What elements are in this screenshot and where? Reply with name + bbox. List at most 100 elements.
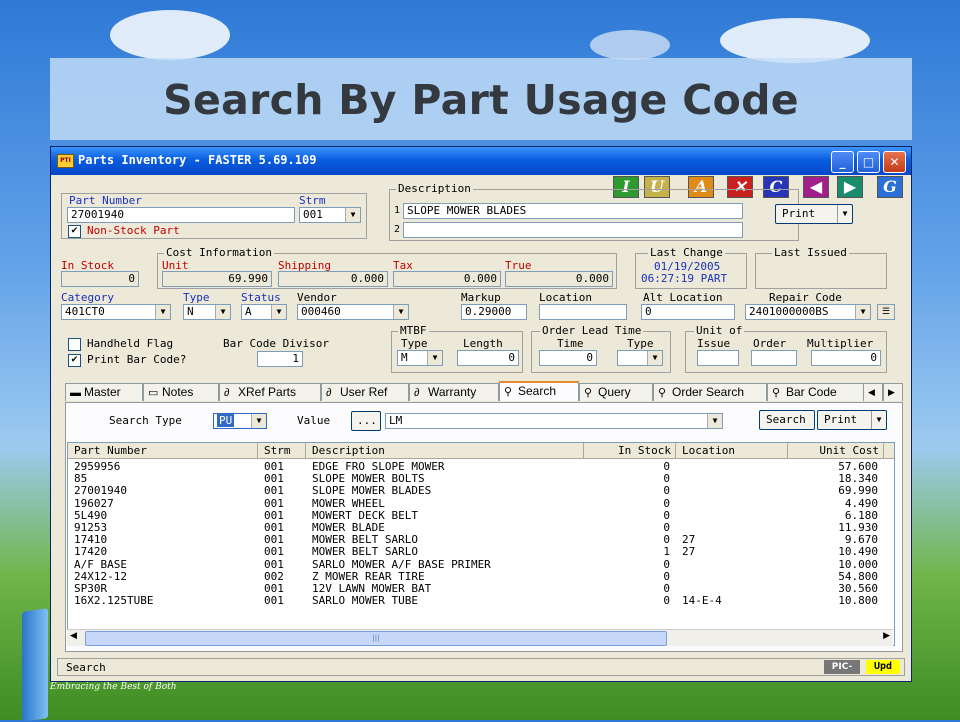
chevron-down-icon[interactable]: ▼ — [393, 305, 408, 319]
multiplier-input[interactable]: 0 — [811, 350, 881, 366]
chevron-down-icon[interactable]: ▼ — [837, 205, 852, 223]
print-bar-code-checkbox[interactable]: ✔ — [68, 354, 81, 367]
chevron-down-icon[interactable]: ▼ — [855, 305, 870, 319]
table-cell: SLOPE MOWER BOLTS — [312, 472, 425, 486]
bar-code-divisor-input[interactable]: 1 — [257, 351, 303, 367]
table-row[interactable]: 17420 001 MOWER BELT SARLO 1 27 10.490 — [68, 545, 894, 559]
lead-time-type-select[interactable]: ▼ — [617, 350, 663, 366]
chevron-down-icon[interactable]: ▼ — [155, 305, 170, 319]
tab-warranty[interactable]: ∂ Warranty — [409, 383, 499, 401]
tab-xref-parts[interactable]: ∂ XRef Parts — [219, 383, 321, 401]
in-stock-value: 0 — [61, 271, 139, 287]
status-select[interactable]: A ▼ — [241, 304, 287, 320]
non-stock-checkbox[interactable]: ✔ — [68, 225, 81, 238]
search-print-button[interactable]: Print ▼ — [817, 410, 887, 430]
part-number-input[interactable]: 27001940 — [67, 207, 295, 223]
table-row[interactable]: 16X2.125TUBE 001 SARLO MOWER TUBE 0 14-E-4 10… — [68, 595, 894, 607]
table-cell: 17420 — [74, 545, 108, 559]
table-row[interactable]: 5L490 001 MOWERT DECK BELT 0 6.180 — [68, 509, 894, 522]
table-row[interactable]: 2959956 001 EDGE FRO SLOPE MOWER 0 57.600 — [68, 460, 894, 473]
search-button[interactable]: Search — [759, 410, 815, 430]
location-input[interactable] — [539, 304, 627, 320]
alt-location-input[interactable]: 0 — [641, 304, 735, 320]
next-icon[interactable]: ▶ — [837, 176, 863, 198]
chevron-down-icon[interactable]: ▼ — [647, 351, 662, 365]
print-button[interactable]: Print ▼ — [775, 204, 853, 224]
chevron-down-icon[interactable]: ▼ — [215, 305, 230, 319]
column-header[interactable]: Location — [676, 443, 788, 459]
table-cell: 27001940 — [74, 484, 127, 498]
tab-master[interactable]: ▬ Master — [65, 383, 143, 401]
table-cell: 57.600 — [838, 460, 878, 473]
category-label: Category — [61, 291, 114, 304]
table-row[interactable]: 27001940 001 SLOPE MOWER BLADES 0 69.990 — [68, 484, 894, 498]
handheld-flag-checkbox[interactable] — [68, 338, 81, 351]
mtbf-type-select[interactable]: M ▼ — [397, 350, 443, 366]
magnifier-icon: ⚲ — [772, 387, 781, 399]
tab-search[interactable]: ⚲ Search — [499, 381, 579, 401]
table-row[interactable]: SP30R 001 12V LAWN MOWER BAT 0 30.560 — [68, 583, 894, 595]
bar-code-divisor-label: Bar Code Divisor — [223, 337, 329, 350]
vendor-select[interactable]: 000460 ▼ — [297, 304, 409, 320]
table-row[interactable]: 196027 001 MOWER WHEEL 0 4.490 — [68, 497, 894, 510]
chevron-down-icon[interactable]: ▼ — [871, 411, 886, 429]
scroll-right-icon[interactable]: ▶ — [883, 631, 890, 641]
cloud — [720, 18, 870, 63]
chevron-down-icon[interactable]: ▼ — [251, 414, 266, 428]
location-label: Location — [539, 291, 592, 304]
markup-input[interactable]: 0.29000 — [461, 304, 527, 320]
search-value-select[interactable]: LM ▼ — [385, 413, 723, 429]
scroll-left-icon[interactable]: ◀ — [70, 631, 77, 641]
table-row[interactable]: 85 001 SLOPE MOWER BOLTS 0 18.340 — [68, 472, 894, 486]
chevron-down-icon[interactable]: ▼ — [427, 351, 442, 365]
unit-issue-input[interactable] — [697, 350, 739, 366]
horizontal-scrollbar[interactable]: ◀ ||| ▶ — [67, 629, 893, 646]
tab-order-search[interactable]: ⚲ Order Search — [653, 383, 767, 401]
description-line1-input[interactable]: SLOPE MOWER BLADES — [403, 203, 743, 219]
mtbf-length-input[interactable]: 0 — [457, 350, 519, 366]
tab-user-ref[interactable]: ∂ User Ref — [321, 383, 409, 401]
category-select[interactable]: 401CT0 ▼ — [61, 304, 171, 320]
paperclip-icon: ∂ — [224, 387, 230, 399]
status-text: Search — [66, 661, 106, 674]
mtbf-label: MTBF — [398, 324, 429, 337]
scrollbar-thumb[interactable]: ||| — [85, 631, 667, 646]
unit-order-input[interactable] — [751, 350, 797, 366]
column-header[interactable]: In Stock — [584, 443, 676, 459]
tab-scroll-right-icon[interactable]: ▶ — [883, 383, 903, 401]
minimize-button[interactable]: _ — [831, 151, 854, 173]
table-row[interactable]: A/F BASE 001 SARLO MOWER A/F BASE PRIMER 0 1… — [68, 558, 894, 571]
table-row[interactable]: 91253 001 MOWER BLADE 0 11.930 — [68, 522, 894, 534]
tab-bar-code[interactable]: ⚲ Bar Code — [767, 383, 875, 401]
mtbf-length-label: Length — [463, 337, 503, 350]
unit-cost-value: 69.990 — [162, 271, 272, 287]
title-bar[interactable]: PTI Parts Inventory - FASTER 5.69.109 _ … — [51, 147, 911, 175]
chevron-down-icon[interactable]: ▼ — [707, 414, 722, 428]
value-ellipsis-button[interactable]: ... — [351, 411, 381, 431]
go-icon[interactable]: G — [877, 176, 903, 198]
search-type-select[interactable]: PU ▼ — [213, 413, 267, 429]
chevron-down-icon[interactable]: ▼ — [271, 305, 286, 319]
unit-order-label: Order — [753, 337, 787, 350]
strm-select[interactable]: 001 ▼ — [299, 207, 361, 223]
column-header[interactable]: Part Number — [68, 443, 258, 459]
type-select[interactable]: N ▼ — [183, 304, 231, 320]
maximize-button[interactable]: □ — [857, 151, 880, 173]
column-header[interactable]: Strm — [258, 443, 306, 459]
chevron-down-icon[interactable]: ▼ — [345, 208, 360, 222]
tab-notes[interactable]: ▭ Notes — [143, 383, 219, 401]
repair-code-lookup-icon[interactable]: ☰ — [877, 304, 895, 320]
repair-code-select[interactable]: 2401000000BS ▼ — [745, 304, 871, 320]
description-line2-input[interactable] — [403, 222, 743, 238]
tab-query[interactable]: ⚲ Query — [579, 383, 653, 401]
table-cell: 001 — [264, 484, 284, 498]
table-row[interactable]: 24X12-12 002 Z MOWER REAR TIRE 0 54.800 — [68, 570, 894, 583]
previous-icon[interactable]: ◀ — [803, 176, 829, 198]
column-header[interactable]: Description — [306, 443, 584, 459]
column-header[interactable]: Unit Cost — [788, 443, 884, 459]
tab-label: Order Search — [672, 385, 745, 399]
close-button[interactable]: ✕ — [883, 151, 906, 173]
tab-scroll-left-icon[interactable]: ◀ — [863, 383, 883, 401]
table-row[interactable]: 17410 001 MOWER BELT SARLO 0 27 9.670 — [68, 534, 894, 546]
lead-time-input[interactable]: 0 — [539, 350, 597, 366]
